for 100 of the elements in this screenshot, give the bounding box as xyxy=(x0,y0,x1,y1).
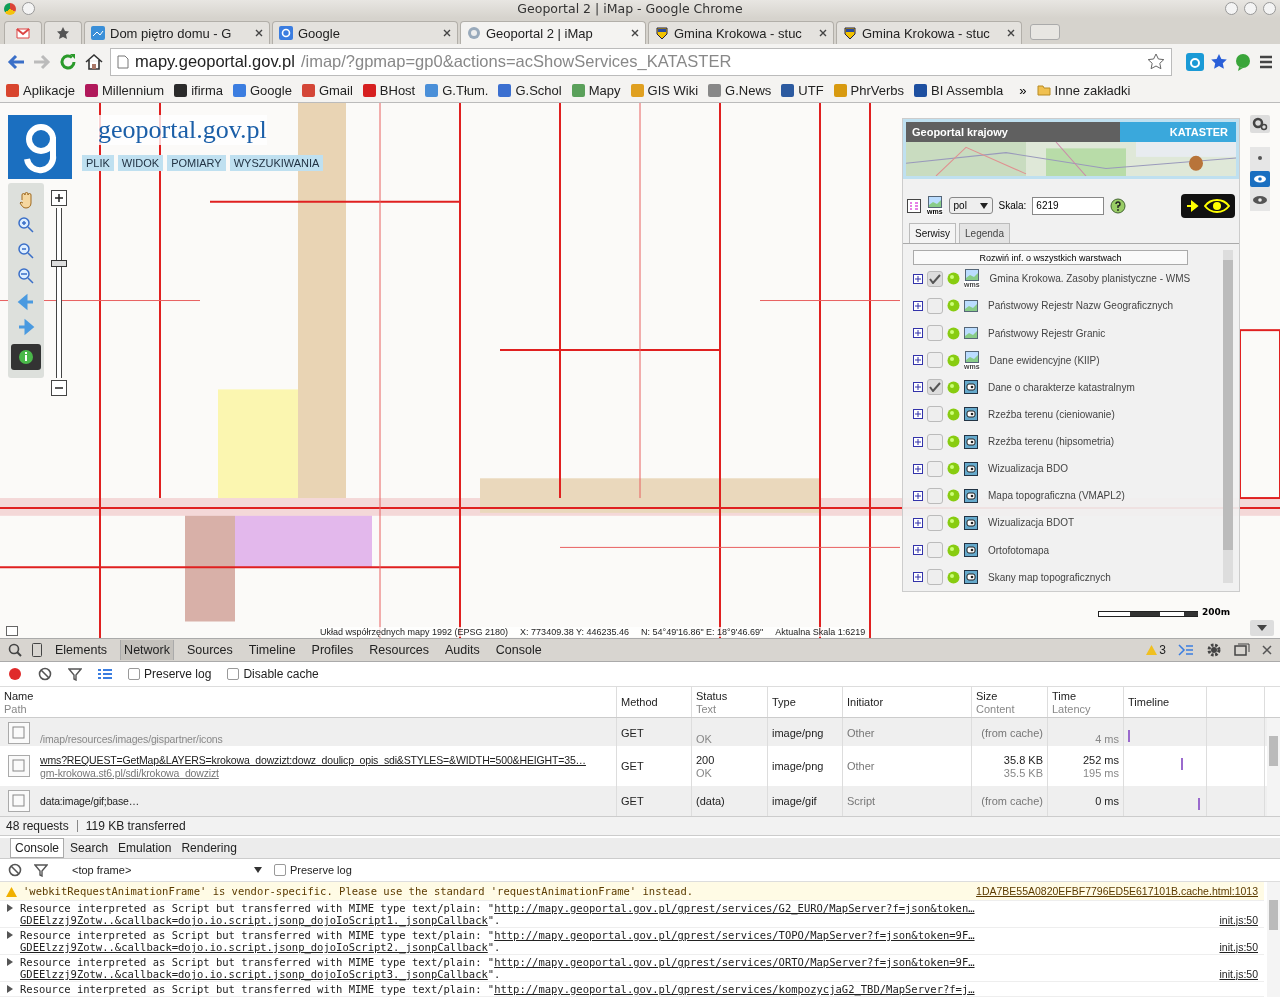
url-link[interactable]: http://mapy.geoportal.gov.pl/gprest/services/G2_EURO/MapServer?f=json&token… xyxy=(494,902,975,914)
url-link[interactable]: GDEElzzj9Zotw..&callback=dojo.io.script.jsonp_dojoIoScript2._jsonpCallback xyxy=(20,941,488,953)
source-link[interactable]: init.js:50 xyxy=(1219,968,1258,980)
browser-tab[interactable]: Gmina Krokowa - stuc xyxy=(648,21,834,45)
dock-icon[interactable] xyxy=(1234,643,1250,657)
device-icon[interactable] xyxy=(32,643,42,657)
bookmark[interactable]: Google xyxy=(232,82,292,98)
bookmark[interactable]: G.Schol xyxy=(498,82,562,98)
extension-icon[interactable] xyxy=(1186,52,1204,71)
devtools-tab[interactable]: Elements xyxy=(52,640,111,660)
devtools-tab[interactable]: Timeline xyxy=(245,640,299,660)
url-link[interactable]: http://mapy.geoportal.gov.pl/gprest/services/TOPO/MapServer?f=json&token=9F… xyxy=(494,929,975,941)
column-header[interactable]: Name Path xyxy=(0,687,617,717)
table-cell: 252 ms xyxy=(1082,753,1119,767)
clear-icon[interactable] xyxy=(8,863,22,877)
bookmark[interactable]: Millennium xyxy=(85,82,165,98)
close-tab-icon[interactable] xyxy=(255,29,263,38)
close-tab-icon[interactable] xyxy=(1007,29,1015,38)
request-name[interactable]: data:image/gif;base… xyxy=(40,794,140,808)
more-bookmarks-button[interactable]: » xyxy=(1019,82,1027,98)
bookmark[interactable]: UTF xyxy=(781,82,824,98)
expand-arrow-icon[interactable] xyxy=(6,931,14,939)
url-link[interactable]: GDEElzzj9Zotw..&callback=dojo.io.script.jsonp_dojoIoScript1._jsonpCallback xyxy=(20,914,488,926)
devtools-tab[interactable]: Profiles xyxy=(308,640,357,660)
browser-tab[interactable]: Gmina Krokowa - stuc xyxy=(836,21,1022,45)
bookmark[interactable]: Mapy xyxy=(571,82,621,98)
chat-icon[interactable] xyxy=(1234,52,1252,71)
column-header[interactable]: Size Content xyxy=(972,687,1048,717)
home-icon[interactable] xyxy=(84,51,104,72)
bookmark[interactable]: BI Assembla xyxy=(914,82,1004,98)
transfer-size: 119 KB transferred xyxy=(85,819,186,833)
column-header[interactable]: Type xyxy=(768,687,843,717)
checkbox[interactable] xyxy=(274,864,286,876)
list-view-icon[interactable] xyxy=(98,668,112,680)
column-header[interactable]: Method xyxy=(617,687,692,717)
drawer-tab[interactable]: Console xyxy=(10,838,65,858)
clear-icon[interactable] xyxy=(38,667,52,681)
devtools-tab[interactable]: Console xyxy=(492,640,545,660)
drawer-icon[interactable] xyxy=(1178,644,1194,656)
browser-tab[interactable]: Geoportal 2 | iMap xyxy=(460,21,646,45)
url-link[interactable]: http://mapy.geoportal.gov.pl/gprest/services/kompozycjaG2_TBD/MapServer?f=j… xyxy=(494,983,975,995)
browser-tab[interactable]: Dom piętro domu - G xyxy=(84,21,270,45)
url-link[interactable]: http://mapy.geoportal.gov.pl/gprest/services/ORTO/MapServer?f=json&token=9F… xyxy=(494,956,975,968)
filter-icon[interactable] xyxy=(68,667,82,681)
warning-count[interactable]: 3 xyxy=(1146,643,1166,657)
browser-tab[interactable] xyxy=(44,21,82,45)
reload-icon[interactable] xyxy=(58,51,78,72)
devtools-tab[interactable]: Audits xyxy=(442,640,483,660)
url-link[interactable]: GDEElzzj9Zotw..&callback=dojo.io.script.jsonp_dojoIoScript3._jsonpCallback xyxy=(20,968,488,980)
close-tab-icon[interactable] xyxy=(443,29,451,38)
drawer-tab[interactable]: Rendering xyxy=(177,839,241,857)
bookmark[interactable]: G.News xyxy=(708,82,772,98)
drawer-tab[interactable]: Emulation xyxy=(114,839,176,857)
close-tab-icon[interactable] xyxy=(631,29,639,38)
table-cell-text: Script xyxy=(847,795,877,807)
drawer-tab[interactable]: Search xyxy=(66,839,113,857)
column-header[interactable]: Status Text xyxy=(692,687,768,717)
settings-icon[interactable] xyxy=(1206,642,1222,658)
bookmark[interactable]: G.Tłum. xyxy=(425,82,489,98)
menu-icon[interactable] xyxy=(1258,53,1274,70)
column-header[interactable]: Initiator xyxy=(843,687,972,717)
file-icon xyxy=(8,790,30,812)
record-icon[interactable] xyxy=(8,667,22,681)
bookmark[interactable]: Aplikacje xyxy=(6,82,76,98)
source-link[interactable]: 1DA7BE55A0820EFBF7796ED5E617101B.cache.html:1013 xyxy=(976,885,1258,897)
scrollbar[interactable] xyxy=(1267,882,1280,997)
column-header[interactable]: Time Latency xyxy=(1048,687,1124,717)
scrollbar[interactable] xyxy=(1267,718,1280,816)
expand-arrow-icon[interactable] xyxy=(6,904,14,912)
bookmark[interactable]: ifirma xyxy=(174,82,223,98)
bookmark[interactable]: GIS Wiki xyxy=(630,82,699,98)
address-bar[interactable]: mapy.geoportal.gov.pl /imap/?gpmap=gp0&actions=acShowServices_KATASTER xyxy=(110,47,1172,76)
checkbox[interactable] xyxy=(227,668,240,680)
devtools-tab[interactable]: Resources xyxy=(366,640,433,660)
frame-dropdown[interactable]: <top frame> xyxy=(60,864,262,876)
bookmark[interactable]: Gmail xyxy=(301,82,353,98)
filter-icon[interactable] xyxy=(34,863,48,877)
request-name[interactable]: wms?REQUEST=GetMap&LAYERS=krokowa_dowzizt:dowz_doulicp_opis_sdi&STYLES=&WIDTH=500&HEIGHT=35… xyxy=(40,753,586,767)
star-icon[interactable] xyxy=(1210,52,1228,71)
browser-tab[interactable] xyxy=(4,21,42,45)
checkbox[interactable] xyxy=(128,668,140,680)
devtools-tab[interactable]: Network xyxy=(120,640,174,660)
column-header[interactable]: Timeline xyxy=(1124,687,1207,717)
inspect-icon[interactable] xyxy=(8,643,22,657)
bookmark-folder[interactable]: Inne zakładki xyxy=(1036,82,1131,98)
bookmark-star-icon[interactable] xyxy=(1147,52,1165,71)
bookmark[interactable]: BHost xyxy=(362,82,416,98)
close-icon[interactable] xyxy=(1262,645,1272,655)
table-cell-text: OK xyxy=(696,767,713,779)
expand-arrow-icon[interactable] xyxy=(6,958,14,966)
browser-tab[interactable]: Google xyxy=(272,21,458,45)
checkbox-label: Preserve log xyxy=(144,667,212,681)
bookmark[interactable]: PhrVerbs xyxy=(833,82,905,98)
checkbox-label: Preserve log xyxy=(290,864,352,876)
expand-arrow-icon[interactable] xyxy=(6,985,14,993)
request-path[interactable]: gm-krokowa.st6.pl/sdi/krokowa_dowzizt xyxy=(40,767,586,779)
source-link[interactable]: init.js:50 xyxy=(1219,914,1258,926)
devtools-tab[interactable]: Sources xyxy=(183,640,236,660)
close-tab-icon[interactable] xyxy=(819,29,827,38)
source-link[interactable]: init.js:50 xyxy=(1219,941,1258,953)
